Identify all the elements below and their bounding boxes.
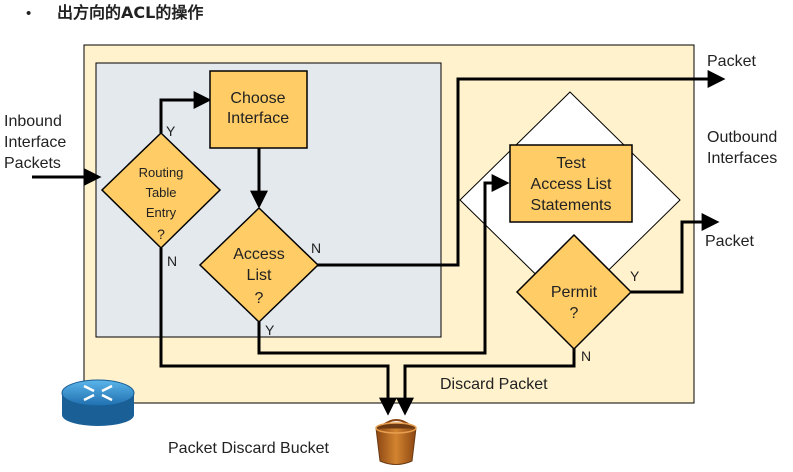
svg-text:List: List	[247, 267, 272, 284]
svg-text:Access List: Access List	[531, 176, 612, 193]
routing-no-label: N	[167, 253, 177, 269]
svg-text:Table: Table	[145, 185, 176, 200]
permit-no-label: N	[581, 348, 591, 364]
svg-text:Permit: Permit	[551, 284, 598, 301]
svg-text:出方向的ACL的操作: 出方向的ACL的操作	[57, 3, 203, 22]
svg-text:Choose: Choose	[230, 90, 285, 107]
discard-packet-label: Discard Packet	[440, 376, 548, 393]
test-acl-box: Test Access List Statements	[509, 144, 633, 223]
title-acl: ACL	[121, 3, 155, 22]
svg-text:Test: Test	[556, 155, 586, 172]
title-prefix: 出方向的	[57, 3, 121, 22]
svg-text:?: ?	[570, 305, 579, 322]
svg-text:Interface: Interface	[4, 134, 66, 151]
router-icon	[61, 379, 135, 426]
svg-text:Packets: Packets	[4, 155, 61, 172]
svg-text:?: ?	[157, 226, 165, 242]
inbound-label: Inbound Interface Packets	[4, 113, 66, 172]
svg-text:Interfaces: Interfaces	[707, 150, 777, 167]
routing-yes-label: Y	[166, 123, 176, 139]
title-suffix: 的操作	[155, 3, 203, 22]
title-bullet: •	[26, 5, 31, 22]
access-no-label: N	[311, 240, 321, 256]
svg-text:Statements: Statements	[531, 197, 612, 214]
slide-title: • 出方向的ACL的操作	[26, 3, 203, 22]
svg-text:Entry: Entry	[146, 205, 177, 220]
svg-text:Access: Access	[233, 246, 285, 263]
outbound-interfaces-label: Outbound Interfaces	[707, 129, 777, 167]
packet-top-label: Packet	[707, 53, 756, 70]
choose-interface-box: Choose Interface	[209, 70, 308, 149]
acl-flow-diagram: • 出方向的ACL的操作 Routing Table Entry ? Choos…	[4, 3, 777, 465]
svg-text:Interface: Interface	[227, 110, 289, 127]
permit-yes-label: Y	[630, 268, 640, 284]
access-yes-label: Y	[265, 322, 275, 338]
svg-text:Routing: Routing	[139, 165, 184, 180]
svg-text:?: ?	[255, 290, 264, 307]
svg-text:Outbound: Outbound	[707, 129, 777, 146]
discard-bucket-icon	[375, 419, 417, 465]
bucket-label: Packet Discard Bucket	[168, 440, 330, 457]
svg-text:Inbound: Inbound	[4, 113, 62, 130]
packet-bottom-label: Packet	[705, 233, 754, 250]
